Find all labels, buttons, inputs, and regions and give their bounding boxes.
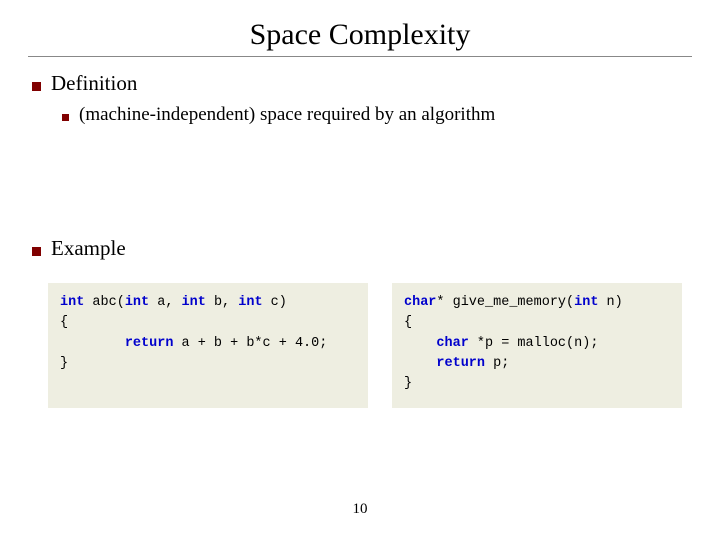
code-block-give-me-memory: char* give_me_memory(int n) { char *p = … [392,283,682,408]
slide: Space Complexity Definition (machine-ind… [0,0,720,540]
page-number: 10 [0,501,720,518]
square-bullet-icon [32,82,41,91]
kw-return: return [436,356,485,371]
slide-title: Space Complexity [28,18,692,52]
kw-int: int [182,295,206,310]
square-bullet-icon [32,247,41,256]
code-block-abc: int abc(int a, int b, int c) { return a … [48,283,368,408]
bullet-definition: Definition [32,71,692,96]
kw-int: int [238,295,262,310]
kw-char: char [404,295,436,310]
bullet-definition-text: Definition [51,71,137,96]
bullet-example: Example [32,236,692,261]
kw-return: return [125,336,174,351]
square-bullet-icon [62,114,69,121]
kw-int: int [574,295,598,310]
title-underline [28,56,692,57]
subbullet-definition-text: (machine-independent) space required by … [79,104,495,126]
code-row: int abc(int a, int b, int c) { return a … [48,283,672,408]
kw-char: char [436,336,468,351]
kw-int: int [60,295,84,310]
bullet-example-text: Example [51,236,126,261]
kw-int: int [125,295,149,310]
subbullet-definition-1: (machine-independent) space required by … [62,104,692,126]
